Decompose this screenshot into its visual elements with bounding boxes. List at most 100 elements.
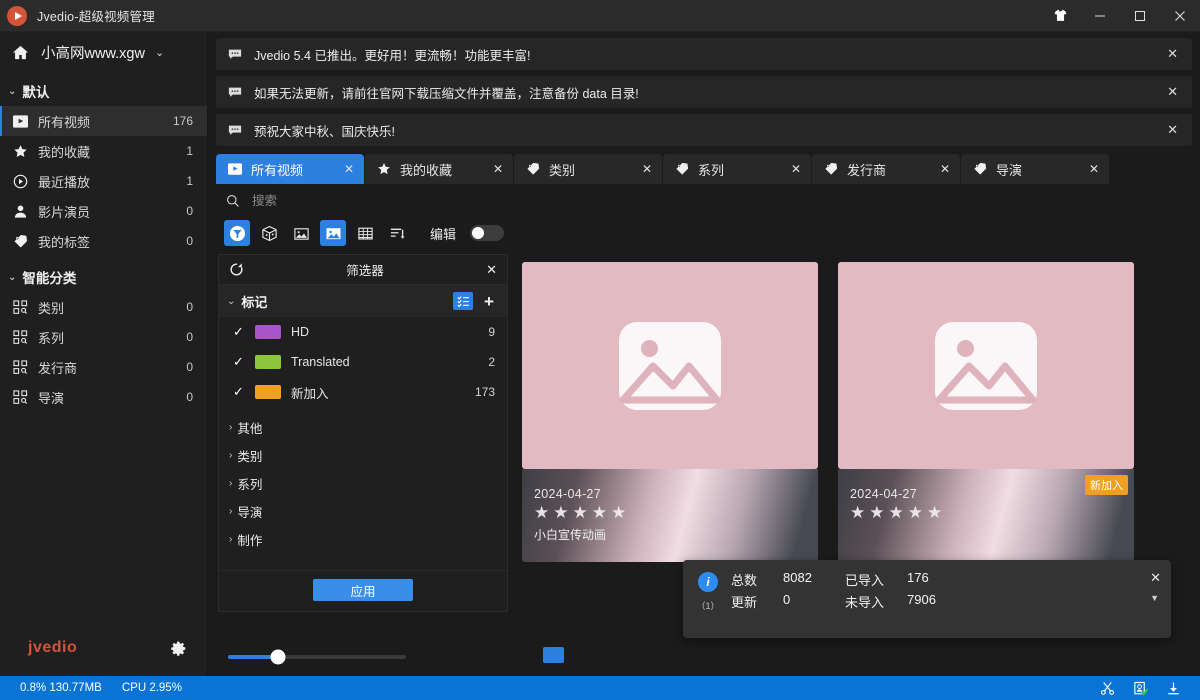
table-view-icon[interactable] [352, 220, 378, 246]
close-icon[interactable]: ✕ [486, 262, 497, 278]
thumbnail-size-slider[interactable] [228, 647, 406, 667]
pagination-item[interactable] [516, 647, 533, 663]
image-large-icon[interactable] [320, 220, 346, 246]
image-small-icon[interactable] [288, 220, 314, 246]
close-icon[interactable]: ✕ [1150, 570, 1161, 586]
filter-category-list: › 其他 › 类别 › 系列 › 导演 › 制作 [219, 413, 507, 553]
tab-label: 我的收藏 [400, 162, 453, 178]
tab-director[interactable]: 导演 ✕ [961, 154, 1109, 184]
star-icon: ★ [534, 503, 550, 522]
pagination-bar[interactable] [516, 643, 1190, 667]
close-icon[interactable]: ✕ [338, 162, 354, 176]
minimize-icon[interactable] [1080, 0, 1120, 32]
tab-all-videos[interactable]: 所有视频 ✕ [216, 154, 364, 184]
dice-random-icon[interactable] [256, 220, 282, 246]
library-selector[interactable]: 小高网www.xgw ⌄ [0, 34, 207, 70]
edit-mode-toggle[interactable] [470, 225, 505, 241]
close-icon[interactable]: ✕ [1161, 84, 1184, 100]
star-icon: ★ [907, 503, 923, 522]
download-icon[interactable] [1157, 681, 1190, 696]
tab-series[interactable]: 系列 ✕ [663, 154, 811, 184]
toast-value-updated: 0 [783, 592, 791, 607]
check-icon: ✓ [233, 354, 244, 369]
color-swatch [255, 325, 281, 339]
filter-category-director[interactable]: › 导演 [219, 497, 507, 525]
filter-category-other[interactable]: › 其他 [219, 413, 507, 441]
sidebar-item-recent[interactable]: 最近播放 1 [0, 166, 207, 196]
slider-track[interactable] [228, 649, 406, 665]
close-icon[interactable]: ✕ [636, 162, 652, 176]
apply-button[interactable]: 应用 [313, 579, 413, 601]
sidebar-item-label: 我的标签 [38, 234, 91, 250]
sidebar-group-label: 默认 [22, 85, 50, 100]
filter-row[interactable]: ✓ Translated 2 [219, 347, 507, 377]
video-card[interactable]: 新加入 2024-04-27 ★ ★ ★ ★ ★ [838, 262, 1134, 562]
sort-list-icon[interactable] [384, 220, 410, 246]
sidebar-item-count: 1 [186, 174, 193, 188]
edit-mode-label: 编辑 [430, 226, 457, 242]
filter-category-category[interactable]: › 类别 [219, 441, 507, 469]
sidebar-item-label: 类别 [38, 300, 65, 316]
caret-down-icon[interactable]: ▼ [1150, 593, 1159, 603]
app-window: Jvedio-超级视频管理 小高网www.xgw ⌄ ⌄ 默认 所有视频 176… [0, 0, 1200, 700]
library-name: 小高网www.xgw [41, 45, 145, 62]
video-card[interactable]: 2024-04-27 ★ ★ ★ ★ ★ 小白宣传动画 [522, 262, 818, 562]
message-icon [228, 124, 242, 136]
maximize-icon[interactable] [1120, 0, 1160, 32]
scissors-icon[interactable] [1091, 681, 1124, 696]
cpu-usage: CPU 2.95% [121, 682, 182, 694]
close-icon[interactable]: ✕ [1161, 122, 1184, 138]
rating-stars[interactable]: ★ ★ ★ ★ ★ [850, 504, 1124, 521]
sidebar-item-actors[interactable]: 影片演员 0 [0, 196, 207, 226]
search-input[interactable] [252, 194, 432, 208]
filter-category-series[interactable]: › 系列 [219, 469, 507, 497]
select-all-icon[interactable] [453, 292, 473, 310]
chevron-right-icon: › [229, 505, 233, 517]
slider-thumb[interactable] [270, 649, 286, 665]
sidebar-item-count: 0 [186, 300, 193, 314]
tab-category[interactable]: 类别 ✕ [514, 154, 662, 184]
plus-icon[interactable]: + [479, 293, 499, 310]
filter-row[interactable]: ✓ 新加入 173 [219, 377, 507, 407]
filter-funnel-icon[interactable] [224, 220, 250, 246]
close-icon[interactable]: ✕ [785, 162, 801, 176]
scan-check-icon[interactable] [1124, 681, 1157, 696]
tshirt-icon[interactable] [1040, 0, 1080, 32]
filter-row-count: 173 [474, 385, 495, 399]
sidebar-item-series[interactable]: 系列 0 [0, 322, 207, 352]
notification-item: 预祝大家中秋、国庆快乐! ✕ [216, 114, 1192, 146]
pagination-item[interactable] [574, 647, 591, 663]
filter-row[interactable]: ✓ HD 9 [219, 317, 507, 347]
filter-row-count: 2 [488, 355, 495, 369]
filter-footer: 应用 [219, 570, 507, 611]
sidebar-item-publisher[interactable]: 发行商 0 [0, 352, 207, 382]
filter-row-count: 9 [488, 325, 495, 339]
sidebar-item-favorites[interactable]: 我的收藏 1 [0, 136, 207, 166]
sidebar-group-smart[interactable]: ⌄ 智能分类 [0, 262, 207, 292]
chevron-down-icon: ⌄ [8, 271, 17, 283]
toast-stats-grid: 总数 8082 已导入 176 更新 0 未导入 7906 [731, 570, 936, 638]
title-bar: Jvedio-超级视频管理 [0, 0, 1200, 32]
rating-stars[interactable]: ★ ★ ★ ★ ★ [534, 504, 808, 521]
sidebar-item-tags[interactable]: 我的标签 0 [0, 226, 207, 256]
sidebar-item-count: 0 [186, 390, 193, 404]
video-meta: 2024-04-27 ★ ★ ★ ★ ★ 小白宣传动画 [522, 469, 818, 562]
sidebar-group-default[interactable]: ⌄ 默认 [0, 76, 207, 106]
sidebar-item-all-videos[interactable]: 所有视频 176 [0, 106, 207, 136]
import-status-toast: i （1） 总数 8082 已导入 176 更新 0 未导入 7906 ✕ ▼ [683, 560, 1171, 638]
tab-publisher[interactable]: 发行商 ✕ [812, 154, 960, 184]
search-icon [226, 194, 240, 208]
close-icon[interactable]: ✕ [487, 162, 503, 176]
gear-icon[interactable] [170, 640, 187, 657]
close-icon[interactable] [1160, 0, 1200, 32]
filter-category-studio[interactable]: › 制作 [219, 525, 507, 553]
pagination-current-page[interactable] [543, 647, 565, 663]
sidebar-item-category[interactable]: 类别 0 [0, 292, 207, 322]
filter-section-tags[interactable]: ⌄ 标记 + [219, 285, 507, 317]
close-icon[interactable]: ✕ [1083, 162, 1099, 176]
close-icon[interactable]: ✕ [1161, 46, 1184, 62]
sidebar-item-director[interactable]: 导演 0 [0, 382, 207, 412]
close-icon[interactable]: ✕ [934, 162, 950, 176]
refresh-icon[interactable] [229, 262, 244, 277]
tab-favorites[interactable]: 我的收藏 ✕ [365, 154, 513, 184]
